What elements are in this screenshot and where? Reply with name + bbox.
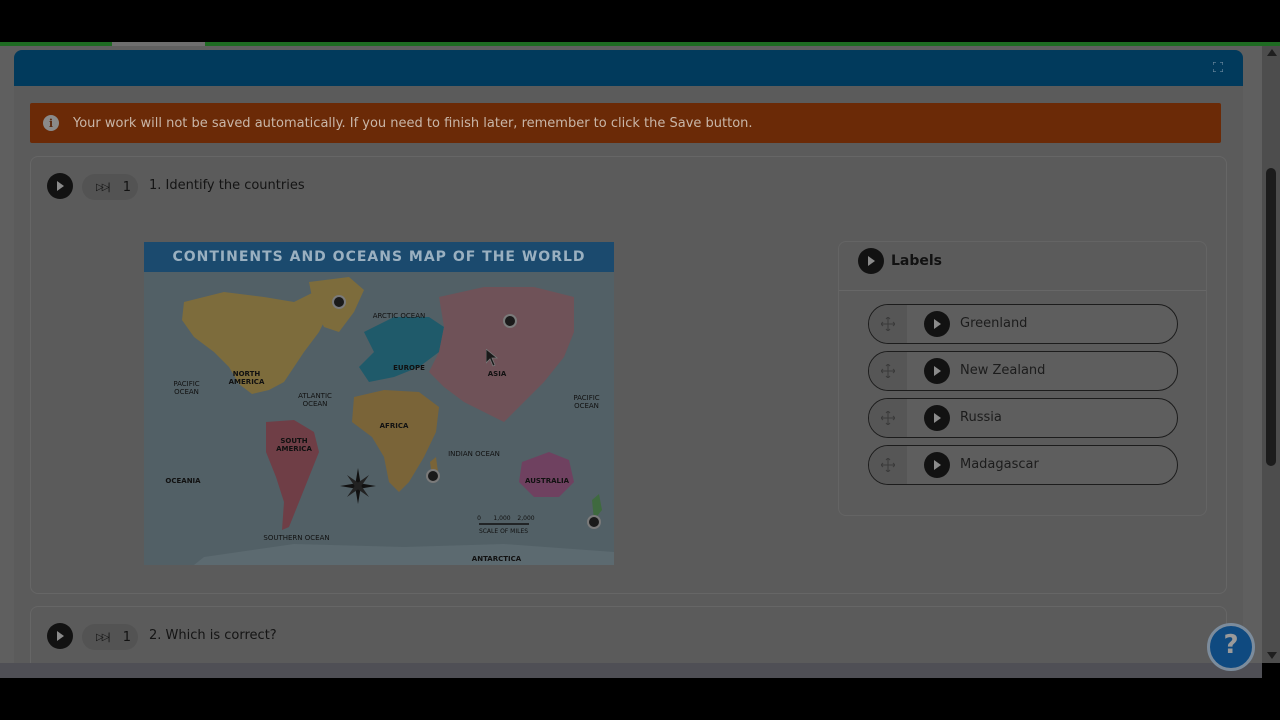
label-arctic-ocean: ARCTIC OCEAN — [372, 312, 426, 320]
drop-target-russia[interactable] — [503, 314, 517, 328]
banner-text: Your work will not be saved automaticall… — [73, 115, 753, 131]
window-top-bar — [0, 0, 1280, 42]
scale-tick-2000: 2,000 — [517, 515, 535, 522]
scroll-thumb[interactable] — [1266, 168, 1276, 466]
autosave-warning-banner: i Your work will not be saved automatica… — [30, 103, 1221, 143]
card-header — [14, 50, 1243, 86]
drag-handle[interactable] — [869, 352, 907, 390]
label-antarctica: ANTARCTICA — [471, 555, 522, 563]
label-africa: AFRICA — [379, 422, 409, 430]
label-south-america: SOUTH AMERICA — [276, 437, 312, 453]
label-play-button[interactable] — [924, 405, 950, 431]
question-2-title: 2. Which is correct? — [149, 628, 277, 643]
label-play-button[interactable] — [924, 311, 950, 337]
scale-tick-0: 0 — [477, 515, 481, 522]
question-2-attempts: ▷▷| 1 — [82, 624, 138, 650]
move-icon — [881, 458, 895, 472]
label-europe: EUROPE — [393, 364, 425, 372]
asia-shape — [429, 287, 574, 422]
scrollbar[interactable] — [1262, 46, 1280, 663]
labels-panel: Labels Greenland New Zealand Russia Mada… — [838, 241, 1207, 516]
move-icon — [881, 317, 895, 331]
label-item-russia[interactable]: Russia — [868, 398, 1178, 438]
drop-target-greenland[interactable] — [332, 295, 346, 309]
bottom-strip — [0, 663, 1262, 678]
map-title: CONTINENTS AND OCEANS MAP OF THE WORLD — [144, 242, 614, 272]
labels-title: Labels — [891, 253, 943, 269]
label-oceania: OCEANIA — [165, 477, 201, 485]
question-2-play-button[interactable] — [47, 623, 73, 649]
scroll-down-arrow-icon[interactable] — [1267, 652, 1277, 659]
label-text: Greenland — [960, 316, 1028, 331]
drag-handle[interactable] — [869, 446, 907, 484]
label-text: Madagascar — [960, 457, 1039, 472]
info-icon: i — [43, 115, 59, 131]
label-north-america: NORTH AMERICA — [228, 370, 265, 386]
australia-shape — [519, 452, 574, 497]
label-australia: AUSTRALIA — [525, 477, 569, 485]
label-text: Russia — [960, 410, 1002, 425]
compass-rose — [340, 468, 376, 504]
move-icon — [881, 411, 895, 425]
help-icon: ? — [1223, 630, 1239, 660]
label-scale: SCALE OF MILES — [478, 528, 529, 535]
label-pacific-ocean-left: PACIFIC OCEAN — [173, 380, 200, 396]
label-play-button[interactable] — [924, 452, 950, 478]
label-asia: ASIA — [487, 370, 507, 378]
label-southern-ocean: SOUTHERN OCEAN — [263, 534, 330, 542]
skip-icon: ▷▷| — [96, 631, 111, 643]
expand-icon[interactable] — [1213, 62, 1223, 72]
drop-target-new-zealand[interactable] — [587, 515, 601, 529]
label-text: New Zealand — [960, 363, 1046, 378]
antarctica-shape — [194, 544, 614, 565]
label-item-madagascar[interactable]: Madagascar — [868, 445, 1178, 485]
skip-icon: ▷▷| — [96, 181, 111, 193]
label-item-new-zealand[interactable]: New Zealand — [868, 351, 1178, 391]
scale-tick-1000: 1,000 — [493, 515, 511, 522]
move-icon — [881, 364, 895, 378]
label-pacific-ocean-right: PACIFIC OCEAN — [573, 394, 600, 410]
question-1-title: 1. Identify the countries — [149, 178, 305, 193]
label-atlantic-ocean: ATLANTIC OCEAN — [298, 392, 332, 408]
label-item-greenland[interactable]: Greenland — [868, 304, 1178, 344]
scroll-up-arrow-icon[interactable] — [1267, 49, 1277, 56]
world-map: CONTINENTS AND OCEANS MAP OF THE WORLD N… — [144, 242, 614, 565]
label-play-button[interactable] — [924, 358, 950, 384]
window-bottom-bar — [0, 678, 1280, 720]
question-1-attempts: ▷▷| 1 — [82, 174, 138, 200]
question-1-play-button[interactable] — [47, 173, 73, 199]
drag-handle[interactable] — [869, 305, 907, 343]
map-body: NORTH AMERICA SOUTH AMERICA EUROPE ASIA … — [144, 272, 614, 565]
drop-target-madagascar[interactable] — [426, 469, 440, 483]
labels-play-button[interactable] — [858, 248, 884, 274]
help-button[interactable]: ? — [1207, 623, 1255, 671]
drag-handle[interactable] — [869, 399, 907, 437]
labels-panel-header: Labels — [839, 242, 1206, 291]
label-indian-ocean: INDIAN OCEAN — [448, 450, 500, 458]
